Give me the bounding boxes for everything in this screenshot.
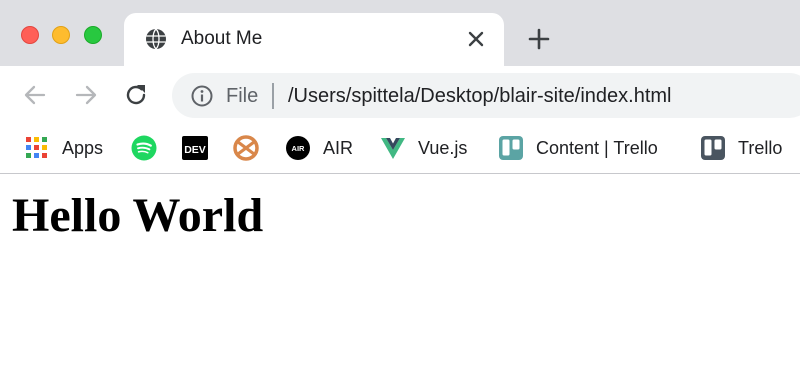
window-minimize-button[interactable] (52, 26, 70, 44)
bookmark-vue[interactable]: Vue.js (380, 134, 467, 162)
window-zoom-button[interactable] (84, 26, 102, 44)
bookmark-content-trello[interactable]: Content | Trello (498, 134, 658, 162)
back-arrow-icon[interactable] (22, 82, 48, 108)
info-icon[interactable] (190, 84, 214, 108)
air-icon: AIR (286, 136, 310, 160)
bookmark-dev[interactable]: DEV (182, 134, 220, 162)
forward-arrow-icon[interactable] (73, 82, 99, 108)
bookmark-spotify[interactable] (131, 134, 169, 162)
window-close-button[interactable] (21, 26, 39, 44)
svg-text:DEV: DEV (184, 144, 206, 156)
bookmark-apps[interactable]: Apps (24, 134, 103, 162)
trello-content-icon (499, 136, 523, 160)
bookmark-label: Apps (62, 137, 104, 158)
reload-icon[interactable] (123, 82, 149, 108)
spotify-icon (131, 135, 157, 161)
tab-about-me[interactable]: About Me (124, 13, 504, 66)
vue-icon (381, 138, 405, 159)
bookmark-label: Trello (738, 137, 783, 158)
trello-icon (701, 136, 725, 160)
address-bar[interactable]: File /Users/spittela/Desktop/blair-site/… (172, 73, 800, 118)
bookmark-label: Vue.js (418, 137, 468, 158)
globe-icon (146, 28, 166, 50)
toolbar: File /Users/spittela/Desktop/blair-site/… (0, 66, 800, 124)
bookmark-label: AIR (323, 137, 354, 158)
bookmark-label: Content | Trello (536, 137, 658, 158)
apps-grid-icon (26, 137, 47, 158)
bookmark-trello[interactable]: Trello (700, 134, 782, 162)
close-tab-icon[interactable] (464, 27, 488, 51)
page-heading: Hello World (12, 189, 264, 242)
new-tab-icon[interactable] (527, 27, 551, 51)
dev-icon: DEV (182, 136, 208, 160)
svg-text:AIR: AIR (292, 144, 306, 153)
tab-title: About Me (181, 28, 263, 49)
tab-strip: About Me (0, 0, 800, 66)
omnibox-divider (272, 83, 274, 109)
url-text[interactable]: /Users/spittela/Desktop/blair-site/index… (288, 85, 671, 108)
bookmark-pretzel[interactable] (233, 134, 271, 162)
bookmark-air[interactable]: AIR AIR (285, 134, 353, 162)
security-label: File (226, 85, 259, 107)
bookmarks-bar: Apps DEV AIR AIR Vue.js Content | Trello… (0, 124, 800, 174)
pretzel-icon (233, 135, 259, 161)
